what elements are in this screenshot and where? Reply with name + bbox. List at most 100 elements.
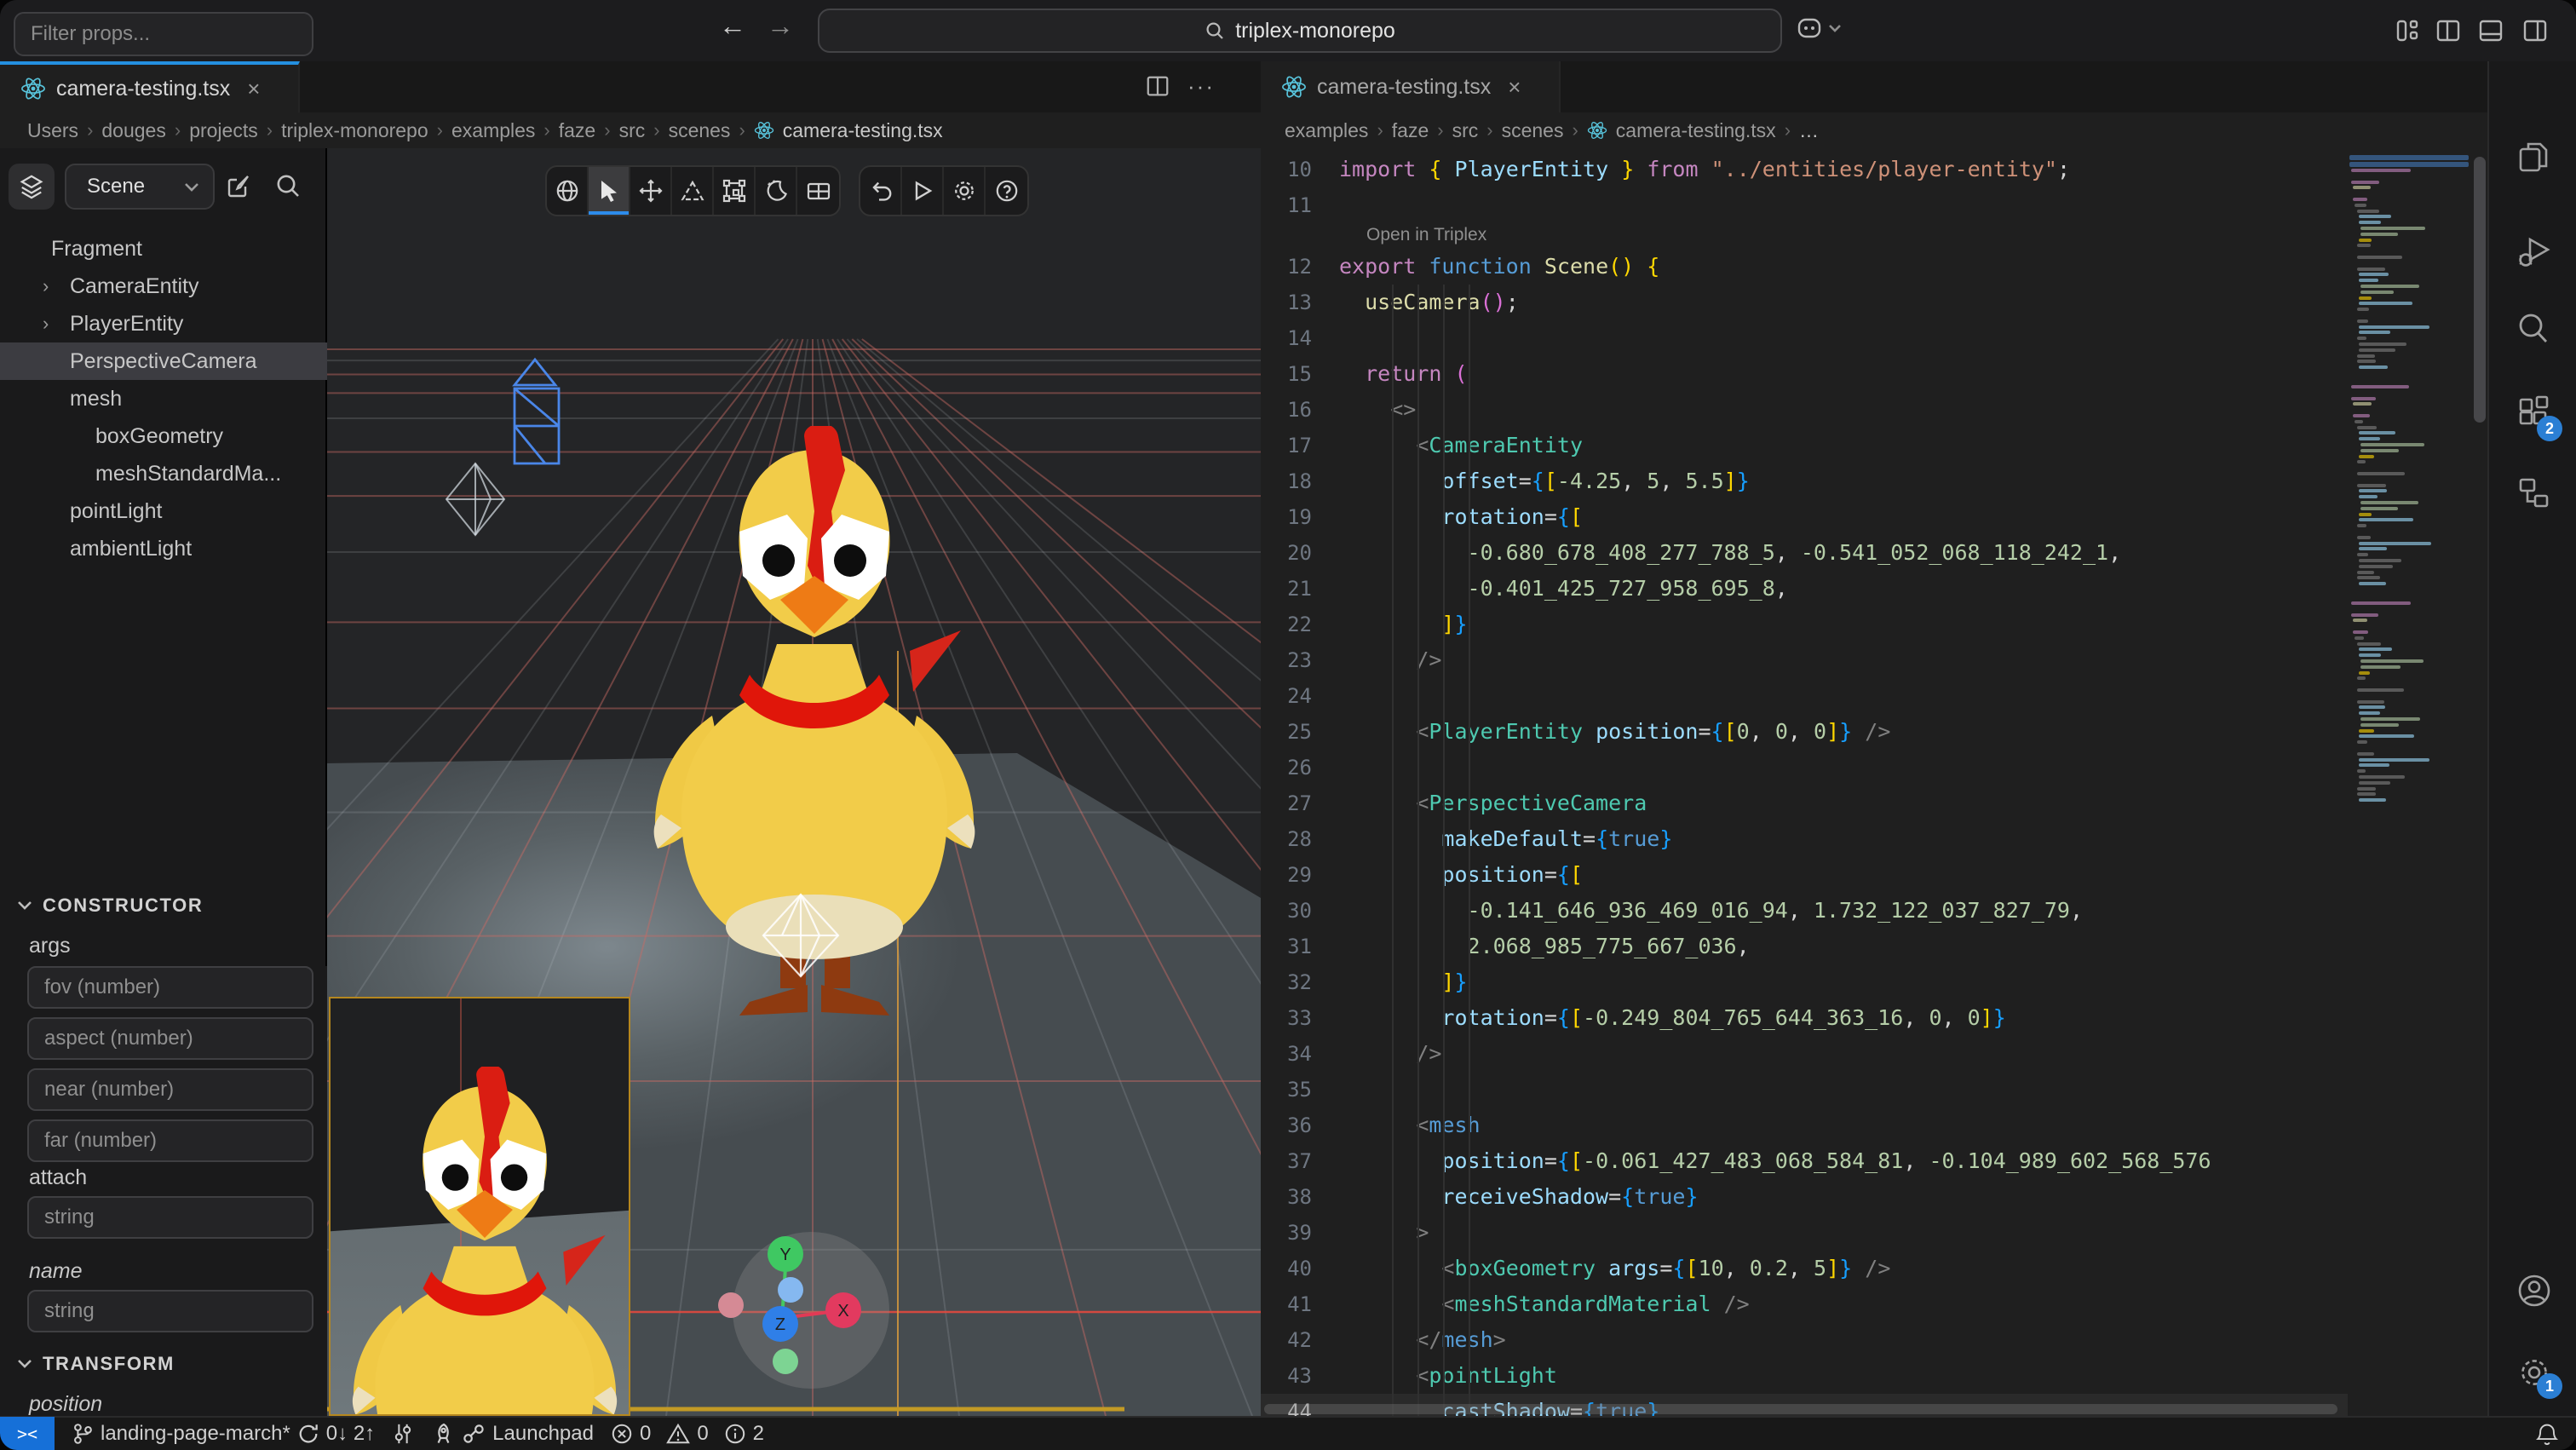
world-space-button[interactable] (547, 167, 589, 215)
code-line-24[interactable]: 24 (1261, 678, 2348, 714)
breadcrumb-segment[interactable]: scenes (1502, 119, 1564, 142)
layers-button[interactable] (9, 164, 55, 210)
camera-entity-gizmo[interactable] (494, 356, 579, 469)
code-line-25[interactable]: 25 <PlayerEntity position={[0, 0, 0]} /> (1261, 714, 2348, 750)
breadcrumb-segment[interactable]: scenes (669, 119, 731, 142)
move-tool-button[interactable] (630, 167, 672, 215)
grid-toggle-button[interactable] (797, 167, 839, 215)
scene-search-icon[interactable] (274, 172, 302, 199)
toggle-panel-icon[interactable] (2477, 17, 2504, 44)
split-editor-left-icon[interactable] (2435, 17, 2462, 44)
search-icon[interactable] (2515, 310, 2552, 348)
transform-section-header[interactable]: TRANSFORM (17, 1353, 175, 1375)
more-actions-icon[interactable]: ··· (1187, 73, 1215, 100)
close-icon[interactable]: × (1508, 74, 1521, 101)
arg-input-fov[interactable] (27, 966, 313, 1009)
code-line-40[interactable]: 40 <boxGeometry args={[10, 0.2, 5]} /> (1261, 1251, 2348, 1286)
scene-tree-item-perspectivecamera[interactable]: PerspectiveCamera (0, 342, 327, 380)
notifications-bell[interactable] (2535, 1418, 2559, 1450)
code-line-12[interactable]: 12export function Scene() { (1261, 249, 2348, 285)
code-line-29[interactable]: 29 position={[ (1261, 857, 2348, 893)
code-line-31[interactable]: 31 2.068_985_775_667_036, (1261, 929, 2348, 964)
scene-tree-item-boxgeometry[interactable]: boxGeometry (0, 417, 327, 455)
constructor-section-header[interactable]: CONSTRUCTOR (17, 895, 203, 917)
breadcrumb-segment[interactable]: … (1799, 119, 1819, 142)
chevron-right-icon[interactable]: › (43, 275, 49, 297)
breadcrumb-segment[interactable]: examples (1285, 119, 1368, 142)
code-line-18[interactable]: 18 offset={[-4.25, 5, 5.5]} (1261, 463, 2348, 499)
code-line-13[interactable]: 13 useCamera(); (1261, 285, 2348, 320)
viewport-canvas[interactable]: Y X Z (327, 148, 1261, 1416)
arg-input-aspect[interactable] (27, 1017, 313, 1060)
problems-item[interactable]: 0 0 2 (611, 1422, 764, 1446)
breadcrumb-segment[interactable]: faze (559, 119, 595, 142)
scene-selector[interactable]: Scene (65, 164, 215, 210)
split-editor-icon[interactable] (1145, 73, 1170, 100)
point-light-gizmo[interactable] (760, 891, 842, 980)
code-line-15[interactable]: 15 return ( (1261, 356, 2348, 392)
breadcrumb-segment[interactable]: Users (27, 119, 78, 142)
code-line-37[interactable]: 37 position={[-0.061_427_483_068_584_81,… (1261, 1143, 2348, 1179)
scene-tree-item-pointlight[interactable]: pointLight (0, 492, 327, 530)
breadcrumb-segment[interactable]: examples (451, 119, 535, 142)
tune-item[interactable] (392, 1422, 414, 1446)
axis-neg-x-handle[interactable] (718, 1292, 744, 1318)
name-input[interactable] (27, 1290, 313, 1332)
run-debug-icon[interactable] (2515, 233, 2552, 271)
code-line-43[interactable]: 43 <pointLight (1261, 1358, 2348, 1394)
close-icon[interactable]: × (247, 76, 260, 102)
filter-props-input[interactable] (14, 12, 313, 56)
scene-tree-item-playerentity[interactable]: ›PlayerEntity (0, 305, 327, 342)
axis-orientation-gizmo[interactable]: Y X Z (707, 1230, 894, 1390)
breadcrumb-segment[interactable]: faze (1392, 119, 1429, 142)
code-line-26[interactable]: 26 (1261, 750, 2348, 785)
code-line-32[interactable]: 32 ]} (1261, 964, 2348, 1000)
code-line-33[interactable]: 33 rotation={[-0.249_804_765_644_363_16,… (1261, 1000, 2348, 1036)
code-line-14[interactable]: 14 (1261, 320, 2348, 356)
breadcrumb-segment[interactable]: triplex-monorepo (281, 119, 428, 142)
rotate-tool-button[interactable] (672, 167, 714, 215)
code-line-36[interactable]: 36 <mesh (1261, 1108, 2348, 1143)
launchpad-item[interactable]: Launchpad (431, 1422, 594, 1446)
code-line-17[interactable]: 17 <CameraEntity (1261, 428, 2348, 463)
code-line-41[interactable]: 41 <meshStandardMaterial /> (1261, 1286, 2348, 1322)
help-button[interactable] (986, 167, 1027, 215)
undo-button[interactable] (860, 167, 902, 215)
horizontal-scrollbar[interactable] (1264, 1404, 2337, 1414)
play-button[interactable] (902, 167, 944, 215)
theme-night-button[interactable] (756, 167, 797, 215)
camera-preview-panel[interactable] (329, 997, 630, 1416)
code-line-20[interactable]: 20 -0.680_678_408_277_788_5, -0.541_052_… (1261, 535, 2348, 571)
arg-input-near[interactable] (27, 1068, 313, 1111)
scene-tree-item-fragment[interactable]: Fragment (0, 230, 327, 268)
scene-tree-item-mesh[interactable]: mesh (0, 380, 327, 417)
breadcrumb-segment[interactable]: douges (101, 119, 165, 142)
profile-menu-button[interactable] (1796, 14, 1842, 43)
arg-input-far[interactable] (27, 1119, 313, 1162)
code-line-21[interactable]: 21 -0.401_425_727_958_695_8, (1261, 571, 2348, 607)
tab-camera-testing[interactable]: camera-testing.tsx × (0, 61, 300, 112)
tab-camera-testing-right[interactable]: camera-testing.tsx × (1261, 61, 1561, 112)
settings-button[interactable] (944, 167, 986, 215)
vertical-scrollbar[interactable] (2474, 157, 2486, 423)
code-line-35[interactable]: 35 (1261, 1072, 2348, 1108)
toggle-sidebar-right-icon[interactable] (2521, 17, 2549, 44)
codelens-open-in-triplex[interactable]: Open in Triplex (1261, 223, 2348, 249)
scene-tree-item-cameraentity[interactable]: ›CameraEntity (0, 268, 327, 305)
scene-tree-item-ambientlight[interactable]: ambientLight (0, 530, 327, 567)
code-line-16[interactable]: 16 <> (1261, 392, 2348, 428)
account-icon[interactable] (2515, 1271, 2554, 1310)
code-line-23[interactable]: 23 /> (1261, 642, 2348, 678)
chevron-right-icon[interactable]: › (43, 313, 49, 335)
scale-tool-button[interactable] (714, 167, 756, 215)
breadcrumb-segment[interactable]: camera-testing.tsx (1616, 119, 1776, 142)
axis-neg-z-handle[interactable] (778, 1277, 803, 1303)
hierarchy-icon[interactable] (2515, 474, 2552, 511)
minimap[interactable] (2348, 148, 2474, 1416)
code-line-19[interactable]: 19 rotation={[ (1261, 499, 2348, 535)
code-editor[interactable]: 10import { PlayerEntity } from "../entit… (1261, 148, 2487, 1416)
remote-indicator[interactable]: >< (0, 1417, 55, 1450)
breadcrumb-segment[interactable]: src (619, 119, 646, 142)
light-gizmo-octahedron[interactable] (440, 458, 511, 540)
back-button[interactable]: ← (712, 10, 753, 42)
